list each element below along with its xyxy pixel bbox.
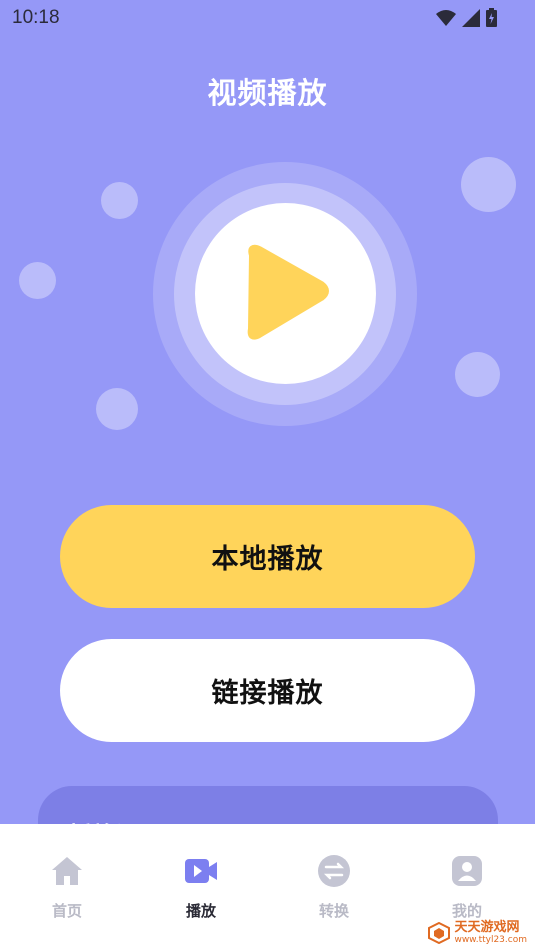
decor-bubble	[455, 352, 500, 397]
play-icon	[247, 244, 329, 340]
tab-label-home: 首页	[51, 902, 82, 920]
page-title: 视频播放	[207, 76, 328, 110]
decor-bubble	[96, 388, 138, 430]
tab-label-play: 播放	[185, 902, 216, 920]
tab-home[interactable]: 首页	[27, 854, 107, 921]
decor-bubble	[19, 262, 56, 299]
profile-icon	[452, 856, 482, 886]
watermark: 天天游戏网 www.ttyl23.com	[428, 921, 527, 945]
signal-icon	[462, 8, 480, 27]
home-icon	[52, 857, 82, 885]
tab-label-convert: 转换	[318, 902, 349, 920]
convert-icon	[318, 855, 350, 887]
status-time: 10:18	[12, 7, 60, 28]
decor-bubble	[461, 157, 516, 212]
tab-label-profile: 我的	[451, 902, 482, 920]
decor-bubble	[101, 182, 138, 219]
watermark-url: www.ttyl23.com	[454, 935, 527, 945]
watermark-text: 天天游戏网	[454, 920, 520, 935]
tab-profile[interactable]: 我的	[427, 854, 507, 921]
status-icons	[436, 8, 497, 27]
status-bar: 10:18	[0, 0, 535, 36]
video-icon	[185, 859, 217, 883]
watermark-logo-icon	[428, 922, 451, 944]
tab-convert[interactable]: 转换	[294, 854, 374, 921]
bottom-tab-bar: 首页 播放 转换 我的 天天游戏网 www.ttyl23.com	[0, 824, 535, 951]
battery-icon	[486, 8, 497, 27]
local-play-button[interactable]: 本地播放	[60, 505, 475, 608]
play-button-graphic[interactable]	[195, 203, 376, 384]
wifi-icon	[436, 9, 456, 26]
link-play-button[interactable]: 链接播放	[60, 639, 475, 742]
tab-play[interactable]: 播放	[161, 854, 241, 921]
